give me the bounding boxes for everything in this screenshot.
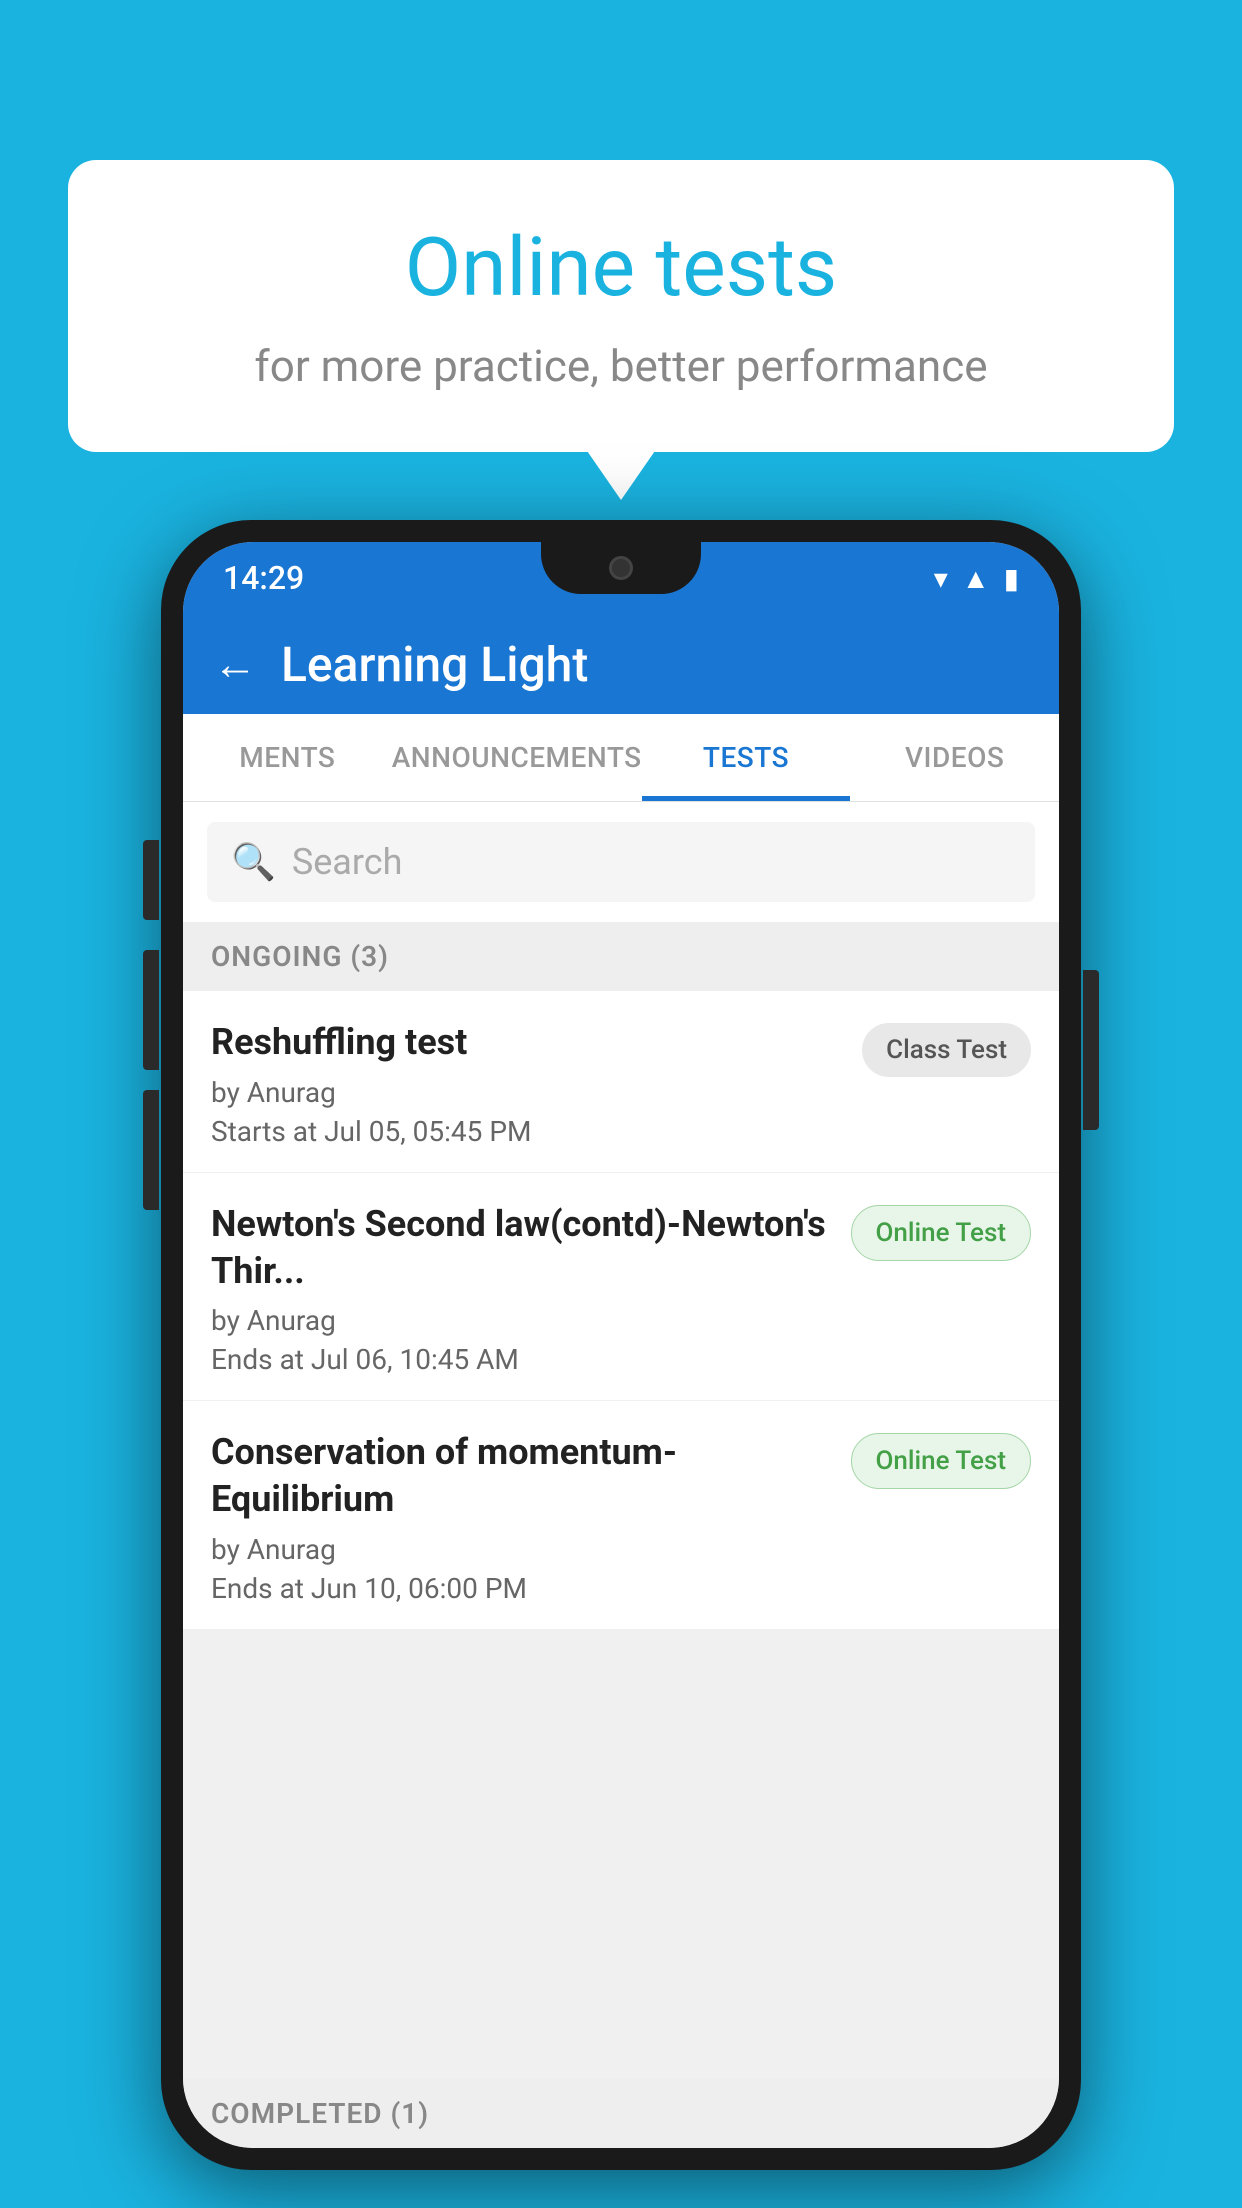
test-author: by Anurag — [211, 1076, 846, 1109]
search-bar[interactable]: 🔍 Search — [207, 822, 1035, 902]
tab-announcements[interactable]: ANNOUNCEMENTS — [392, 714, 642, 801]
search-icon: 🔍 — [231, 841, 276, 883]
completed-section-header: COMPLETED (1) — [183, 2079, 1059, 2148]
test-item[interactable]: Conservation of momentum-Equilibrium by … — [183, 1401, 1059, 1630]
status-time: 14:29 — [223, 559, 304, 597]
app-bar: ← Learning Light — [183, 614, 1059, 714]
tabs-bar: MENTS ANNOUNCEMENTS TESTS VIDEOS — [183, 714, 1059, 802]
test-info: Conservation of momentum-Equilibrium by … — [211, 1429, 835, 1605]
status-bar: 14:29 ▾ ▲ ▮ — [183, 542, 1059, 614]
test-name: Newton's Second law(contd)-Newton's Thir… — [211, 1201, 835, 1295]
signal-icon: ▲ — [962, 562, 990, 595]
phone: 14:29 ▾ ▲ ▮ ← Learning Light — [161, 520, 1081, 2170]
back-button[interactable]: ← — [213, 638, 257, 690]
test-name: Reshuffling test — [211, 1019, 846, 1066]
speech-bubble-title: Online tests — [118, 220, 1124, 316]
test-info: Reshuffling test by Anurag Starts at Jul… — [211, 1019, 846, 1148]
test-info: Newton's Second law(contd)-Newton's Thir… — [211, 1201, 835, 1377]
test-time: Ends at Jul 06, 10:45 AM — [211, 1343, 835, 1376]
tab-ments[interactable]: MENTS — [183, 714, 392, 801]
test-item[interactable]: Newton's Second law(contd)-Newton's Thir… — [183, 1173, 1059, 1402]
speech-bubble: Online tests for more practice, better p… — [68, 160, 1174, 452]
camera-icon — [609, 556, 633, 580]
phone-screen: 14:29 ▾ ▲ ▮ ← Learning Light — [183, 542, 1059, 2148]
tab-tests[interactable]: TESTS — [642, 714, 851, 801]
test-time: Ends at Jun 10, 06:00 PM — [211, 1572, 835, 1605]
test-badge-online-2: Online Test — [851, 1433, 1032, 1489]
test-time: Starts at Jul 05, 05:45 PM — [211, 1115, 846, 1148]
test-list: Reshuffling test by Anurag Starts at Jul… — [183, 991, 1059, 1630]
test-item[interactable]: Reshuffling test by Anurag Starts at Jul… — [183, 991, 1059, 1173]
test-author: by Anurag — [211, 1304, 835, 1337]
volume-down-button[interactable] — [143, 950, 159, 1070]
search-placeholder: Search — [292, 841, 403, 883]
speech-bubble-subtitle: for more practice, better performance — [118, 340, 1124, 392]
test-author: by Anurag — [211, 1533, 835, 1566]
volume-up-button[interactable] — [143, 840, 159, 920]
test-badge-class: Class Test — [862, 1023, 1031, 1077]
status-icons: ▾ ▲ ▮ — [934, 562, 1019, 595]
test-badge-online: Online Test — [851, 1205, 1032, 1261]
speech-bubble-container: Online tests for more practice, better p… — [68, 160, 1174, 452]
battery-icon: ▮ — [1004, 562, 1019, 595]
power-button[interactable] — [1083, 970, 1099, 1130]
tab-videos[interactable]: VIDEOS — [850, 714, 1059, 801]
app-bar-title: Learning Light — [281, 636, 588, 693]
extra-button[interactable] — [143, 1090, 159, 1210]
test-name: Conservation of momentum-Equilibrium — [211, 1429, 835, 1523]
phone-outer: 14:29 ▾ ▲ ▮ ← Learning Light — [161, 520, 1081, 2170]
wifi-icon: ▾ — [934, 562, 948, 595]
ongoing-section-header: ONGOING (3) — [183, 922, 1059, 991]
notch — [541, 542, 701, 594]
search-container: 🔍 Search — [183, 802, 1059, 922]
